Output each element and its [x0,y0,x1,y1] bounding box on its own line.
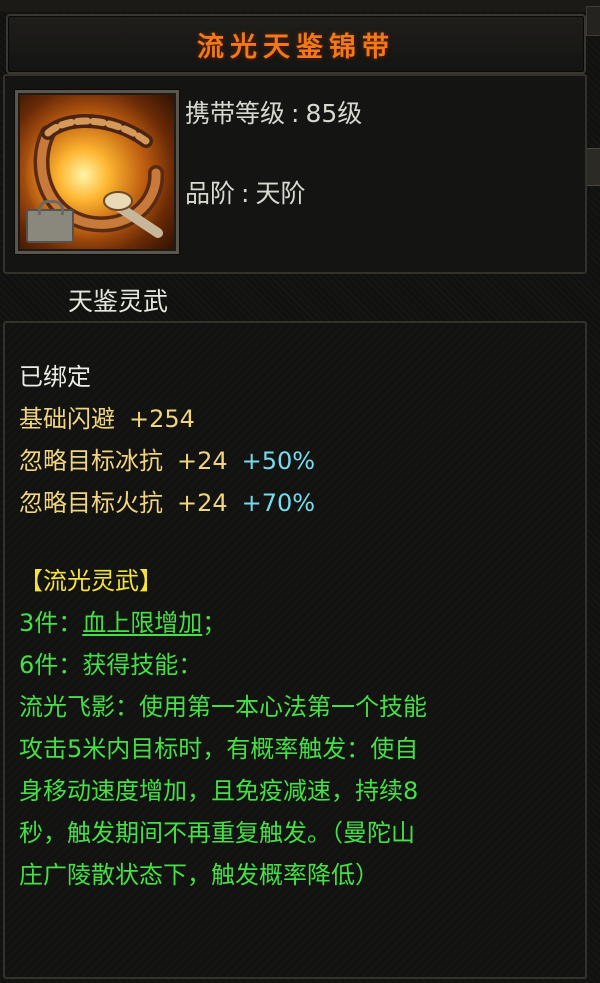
set-bonus-3piece-effect[interactable]: 血上限增加 [82,609,202,637]
lock-icon [26,200,74,243]
set-bonus-6piece: 6件：获得技能： [19,651,203,679]
skill-desc-line: 身移动速度增加，且免疫减速，持续8 [19,777,419,805]
grade-row: 品阶: 天阶 [185,179,306,208]
item-icon-frame[interactable] [15,90,179,254]
carry-level-label: 携带等级 [185,99,286,128]
grade-label: 品阶 [185,179,236,208]
stat-value: +24 [177,447,228,475]
skill-desc-line: 攻击5米内目标时，有概率触发：使自 [19,735,419,763]
stat-percent: +70% [241,489,316,517]
top-strip [0,0,600,12]
carry-level-row: 携带等级:85级 [185,99,363,128]
skill-desc-line: 秒，触发期间不再重复触发。（曼陀山 [19,819,415,847]
item-info-panel: 携带等级:85级 品阶: 天阶 [3,74,587,274]
set-bonus-3piece: 3件：血上限增加； [19,603,226,638]
set-bonus-title: 【流光灵武】 [19,567,163,595]
item-tooltip: 流光天鉴锦带 携带等级: 85级 品阶: 天阶 天鉴灵武 已绑定 基础闪避 … [0,0,600,983]
set-bonus-3piece-prefix: 3件： [19,609,83,637]
set-name: 天鉴灵武 [68,287,169,316]
carry-level-value: 85级 [305,99,363,128]
side-tab [586,148,600,186]
stat-name: 忽略目标冰抗 [19,447,163,475]
grade-value: 天阶 [255,179,306,208]
skill-desc-line: 庄广陵散状态下，触发概率降低） [19,861,379,889]
bound-status: 已绑定 [19,363,91,391]
skill-desc-line: 流光飞影：使用第一本心法第一个技能 [19,693,427,721]
stat-name: 忽略目标火抗 [19,489,163,517]
set-bonus-3piece-suffix: ； [202,609,227,637]
stat-value: +24 [177,489,228,517]
stat-value: +254 [129,405,195,433]
stat-name: 基础闪避 [19,405,115,433]
side-tab-top [586,6,600,36]
stat-row: 忽略目标冰抗 +24 +50% [19,441,315,476]
title-bar: 流光天鉴锦带 [6,14,586,74]
stat-percent: +50% [241,447,316,475]
item-name: 流光天鉴锦带 [197,31,395,63]
stat-row: 基础闪避 +254 [19,399,195,434]
stat-row: 忽略目标火抗 +24 +70% [19,483,315,518]
item-detail-panel: 已绑定 基础闪避 +254 忽略目标冰抗 +24 +50% 忽略目标火抗 +24 +70%… [3,321,587,979]
